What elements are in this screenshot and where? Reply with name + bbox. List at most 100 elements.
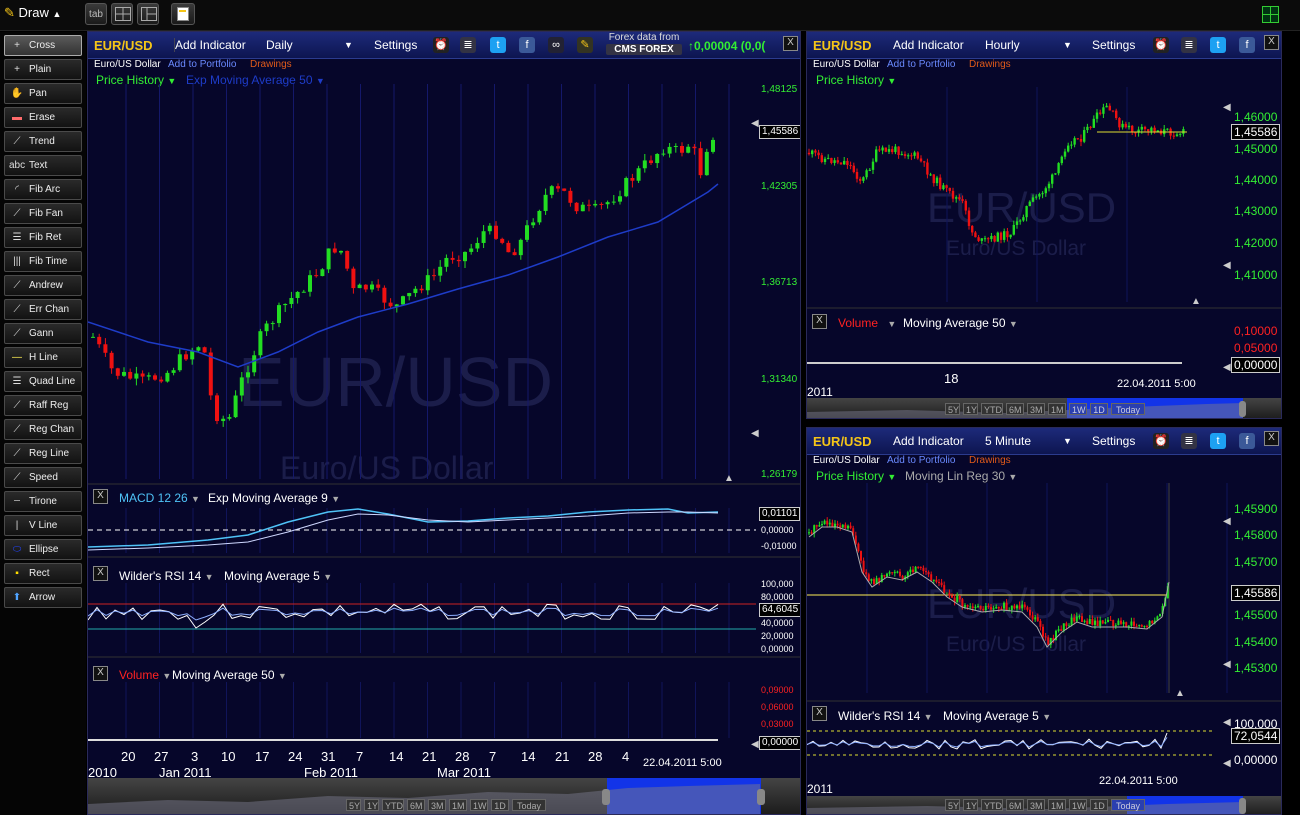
daily-candle xyxy=(704,151,709,176)
tool-fib-time[interactable]: ||| Fib Time xyxy=(4,251,82,272)
tool-andrew[interactable]: ⟋ Andrew xyxy=(4,275,82,296)
tool-arrow[interactable]: ⬆ Arrow xyxy=(4,587,82,608)
tool-raff-reg[interactable]: ⟋ Raff Reg xyxy=(4,395,82,416)
tool-pan[interactable]: ✋ Pan xyxy=(4,83,82,104)
tool-fib-ret[interactable]: ☰ Fib Ret xyxy=(4,227,82,248)
range-1w-button[interactable]: 1W xyxy=(1069,403,1087,415)
daily-candle xyxy=(413,288,418,294)
range-1y-button[interactable]: 1Y xyxy=(963,799,978,811)
range-3m-button[interactable]: 3M xyxy=(1027,799,1045,811)
fivemin-candle xyxy=(1140,625,1143,627)
range-6m-button[interactable]: 6M xyxy=(1006,799,1024,811)
range-1m-button[interactable]: 1M xyxy=(1048,799,1066,811)
range-5y-button[interactable]: 5Y xyxy=(346,799,361,811)
close-rsi-icon[interactable]: X xyxy=(812,706,827,721)
range-1w-button[interactable]: 1W xyxy=(1069,799,1087,811)
tool-text[interactable]: abc Text xyxy=(4,155,82,176)
range-today-button[interactable]: Today xyxy=(1111,799,1145,811)
range-6m-button[interactable]: 6M xyxy=(1006,403,1024,415)
macd-legend[interactable]: MACD 12 26 ▼ xyxy=(119,491,200,505)
fivemin-candle xyxy=(925,571,927,573)
rsi-legend[interactable]: Wilder's RSI 14 ▼ xyxy=(119,569,214,583)
hourly-candle xyxy=(900,154,903,156)
tool-plain[interactable]: + Plain xyxy=(4,59,82,80)
tool-reg-chan[interactable]: ⟋ Reg Chan xyxy=(4,419,82,440)
tool-quad-line[interactable]: ☰ Quad Line xyxy=(4,371,82,392)
volume-legend[interactable]: Volume ▼ xyxy=(838,316,896,330)
fivemin-candle xyxy=(1109,619,1112,621)
split-layout-icon[interactable] xyxy=(137,3,159,25)
range-today-button[interactable]: Today xyxy=(1111,403,1145,415)
rsi-legend[interactable]: Wilder's RSI 14 ▼ xyxy=(838,709,933,723)
daily-candle xyxy=(531,222,536,226)
close-macd-icon[interactable]: X xyxy=(93,489,108,504)
range-5y-button[interactable]: 5Y xyxy=(945,403,960,415)
volume-ma-legend[interactable]: Moving Average 50 ▼ xyxy=(172,668,287,682)
tool-speed[interactable]: ⟋ Speed xyxy=(4,467,82,488)
range-1m-button[interactable]: 1M xyxy=(1048,403,1066,415)
daily-price-chart[interactable]: ◀ ◀ ▲ ◀ xyxy=(88,32,801,815)
tool-reg-line[interactable]: ⟋ Reg Line xyxy=(4,443,82,464)
tool-icon: ┄ xyxy=(13,496,21,507)
range-1w-button[interactable]: 1W xyxy=(470,799,488,811)
range-1d-button[interactable]: 1D xyxy=(491,799,509,811)
x-day-label: 24 xyxy=(288,749,303,764)
tool-h-line[interactable]: — H Line xyxy=(4,347,82,368)
hourly-candle xyxy=(1035,196,1038,198)
range-1m-button[interactable]: 1M xyxy=(449,799,467,811)
range-ytd-button[interactable]: YTD xyxy=(981,799,1003,811)
tool-rect[interactable]: ▪ Rect xyxy=(4,563,82,584)
range-1y-button[interactable]: 1Y xyxy=(963,403,978,415)
close-volume-icon[interactable]: X xyxy=(812,314,827,329)
macd-signal-legend[interactable]: Exp Moving Average 9 ▼ xyxy=(208,491,340,505)
daily-chart-panel: EUR/USD Add Indicator Daily ▼ Settings ⏰… xyxy=(87,31,801,815)
daily-candle xyxy=(382,287,387,303)
range-3m-button[interactable]: 3M xyxy=(1027,403,1045,415)
fivemin-candle xyxy=(922,567,925,572)
tool-v-line[interactable]: | V Line xyxy=(4,515,82,536)
tool-label: Err Chan xyxy=(29,304,70,315)
daily-candle xyxy=(370,284,374,290)
grid-layout-icon[interactable] xyxy=(111,3,133,25)
tool-ellipse[interactable]: ⬭ Ellipse xyxy=(4,539,82,560)
arrow-marker: ◀ xyxy=(1223,758,1231,769)
range-1d-button[interactable]: 1D xyxy=(1090,403,1108,415)
fivemin-candle xyxy=(1060,629,1063,631)
new-document-icon[interactable] xyxy=(171,3,195,25)
volume-ma-legend[interactable]: Moving Average 50 ▼ xyxy=(903,316,1018,330)
fivemin-candle xyxy=(1101,620,1104,624)
tool-fib-arc[interactable]: ◜ Fib Arc xyxy=(4,179,82,200)
tab-layout-button[interactable]: tab xyxy=(85,3,107,25)
tool-tirone[interactable]: ┄ Tirone xyxy=(4,491,82,512)
tool-icon: ⟋ xyxy=(13,328,21,339)
close-volume-icon[interactable]: X xyxy=(93,666,108,681)
tool-erase[interactable]: ▬ Erase xyxy=(4,107,82,128)
draw-menu-button[interactable]: ✎ Draw ▲ xyxy=(4,5,74,23)
macd-level: -0,01000 xyxy=(761,541,797,551)
grid-toggle-icon[interactable] xyxy=(1262,6,1279,23)
range-1y-button[interactable]: 1Y xyxy=(364,799,379,811)
volume-legend[interactable]: Volume ▼ xyxy=(119,668,171,682)
close-rsi-icon[interactable]: X xyxy=(93,566,108,581)
range-5y-button[interactable]: 5Y xyxy=(945,799,960,811)
range-6m-button[interactable]: 6M xyxy=(407,799,425,811)
tool-gann[interactable]: ⟋ Gann xyxy=(4,323,82,344)
range-ytd-button[interactable]: YTD xyxy=(981,403,1003,415)
daily-candle xyxy=(568,190,573,203)
tool-cross[interactable]: + Cross xyxy=(4,35,82,56)
range-3m-button[interactable]: 3M xyxy=(428,799,446,811)
tool-fib-fan[interactable]: ⟋ Fib Fan xyxy=(4,203,82,224)
arrow-marker: ▲ xyxy=(724,473,734,484)
hourly-candle xyxy=(1166,128,1169,130)
fivemin-price-chart[interactable]: ◀ ◀ ▲ ◀ ◀ xyxy=(807,428,1282,815)
tool-err-chan[interactable]: ⟋ Err Chan xyxy=(4,299,82,320)
rsi-ma-legend[interactable]: Moving Average 5 ▼ xyxy=(943,709,1051,723)
tool-trend[interactable]: ⟋ Trend xyxy=(4,131,82,152)
range-1d-button[interactable]: 1D xyxy=(1090,799,1108,811)
range-today-button[interactable]: Today xyxy=(512,799,546,811)
hourly-candle xyxy=(1124,123,1127,128)
range-ytd-button[interactable]: YTD xyxy=(382,799,404,811)
hourly-price-chart[interactable]: ◀ ◀ ▲ ◀ xyxy=(807,32,1282,419)
rsi-ma-legend[interactable]: Moving Average 5 ▼ xyxy=(224,569,332,583)
fivemin-candle xyxy=(844,524,847,529)
